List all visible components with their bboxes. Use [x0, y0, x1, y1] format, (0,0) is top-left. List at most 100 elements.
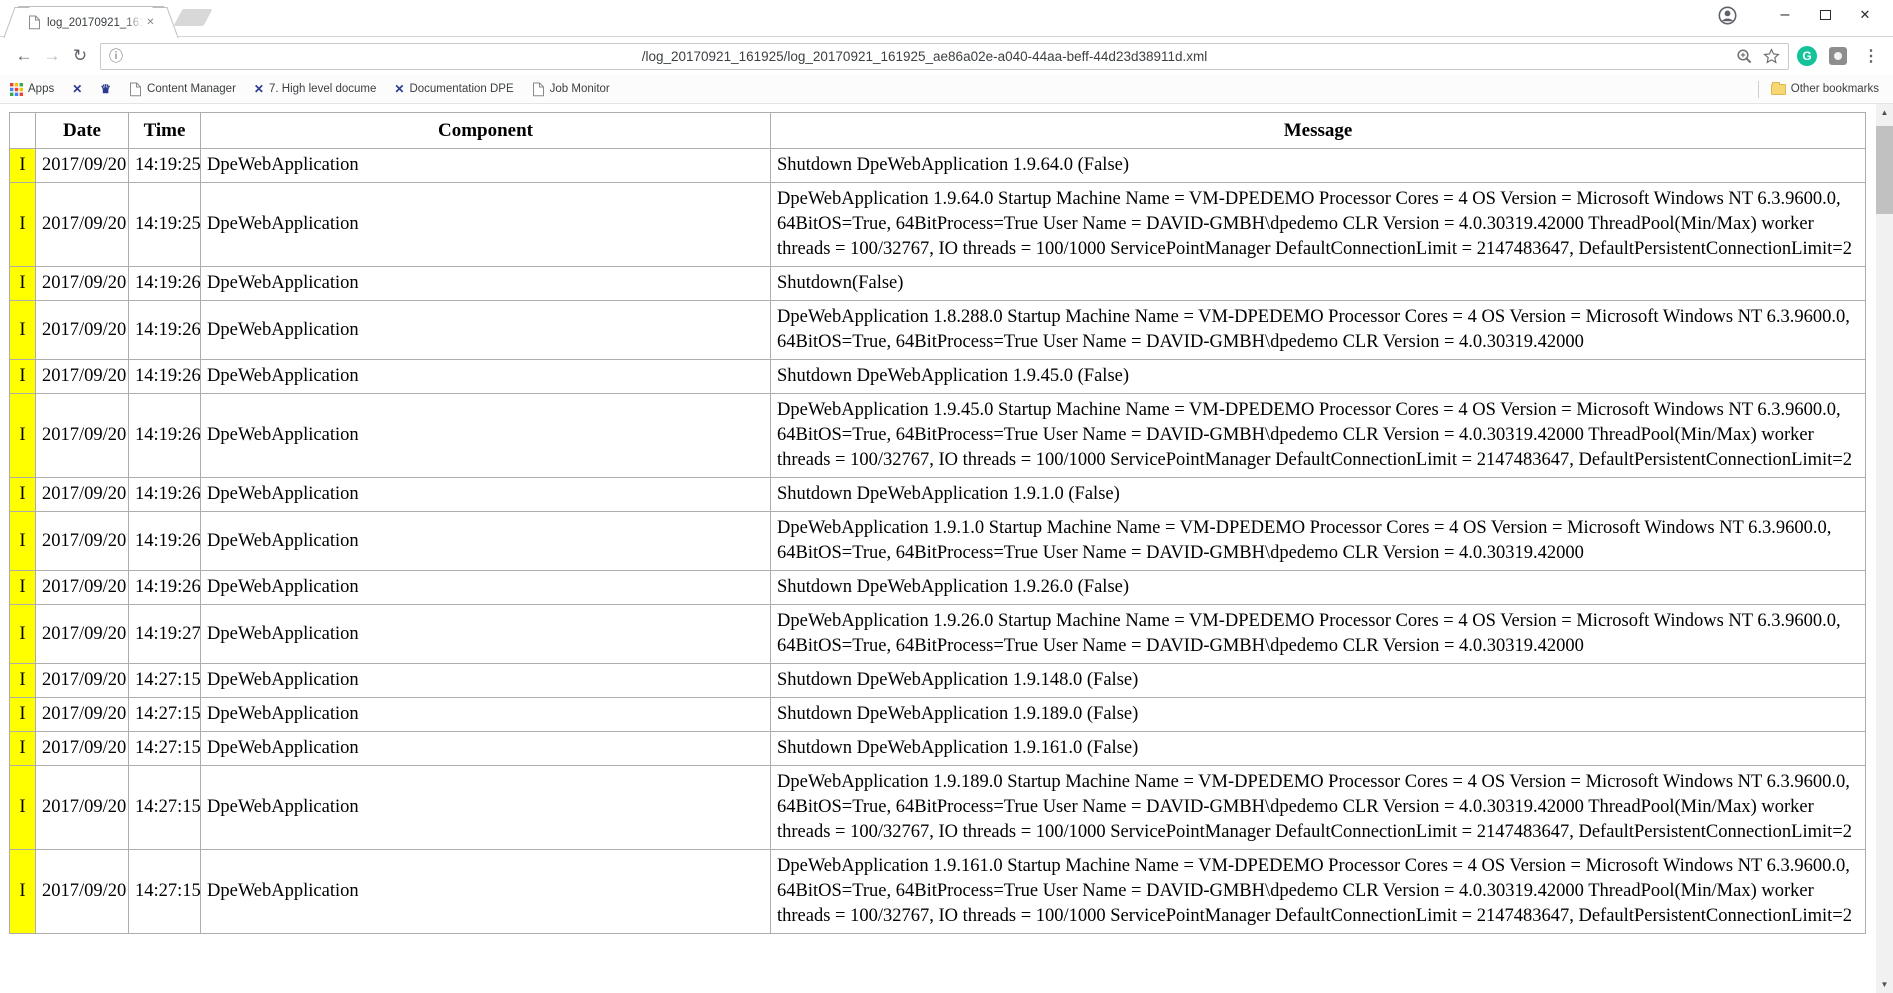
tab-strip: log_20170921_161925_a ✕ – ✕ [0, 0, 1893, 37]
date-cell: 2017/09/20 [36, 850, 129, 934]
message-cell: DpeWebApplication 1.9.189.0 Startup Mach… [771, 766, 1866, 850]
time-cell: 14:27:15 [129, 698, 201, 732]
other-bookmarks-button[interactable]: Other bookmarks [1771, 83, 1879, 95]
date-cell: 2017/09/20 [36, 267, 129, 301]
x-favicon-icon: ✕ [254, 82, 264, 96]
maximize-button[interactable] [1805, 1, 1845, 29]
date-cell: 2017/09/20 [36, 664, 129, 698]
component-cell: DpeWebApplication [201, 605, 771, 664]
scroll-down-icon[interactable]: ▼ [1876, 976, 1893, 993]
browser-tab[interactable]: log_20170921_161925_a ✕ [18, 6, 164, 38]
vertical-scrollbar[interactable]: ▲ ▼ [1876, 104, 1893, 993]
time-cell: 14:19:26 [129, 301, 201, 360]
scrollbar-thumb[interactable] [1876, 126, 1893, 214]
message-cell: DpeWebApplication 1.9.64.0 Startup Machi… [771, 183, 1866, 267]
marker-cell: I [10, 664, 36, 698]
component-cell: DpeWebApplication [201, 301, 771, 360]
bookmark-item[interactable]: Content Manager [129, 82, 236, 97]
tab-close-icon[interactable]: ✕ [143, 17, 158, 28]
marker-cell: I [10, 732, 36, 766]
date-cell: 2017/09/20 [36, 394, 129, 478]
zoom-icon[interactable] [1736, 48, 1753, 65]
time-cell: 14:19:26 [129, 360, 201, 394]
date-cell: 2017/09/20 [36, 766, 129, 850]
time-cell: 14:19:26 [129, 571, 201, 605]
message-cell: DpeWebApplication 1.9.26.0 Startup Machi… [771, 605, 1866, 664]
bookmarks-bar: Apps ✕ ♛ Content Manager ✕7. High level doc… [0, 75, 1893, 104]
extension-icon[interactable] [1829, 47, 1847, 65]
bookmark-item[interactable]: ✕ [72, 82, 82, 96]
message-cell: DpeWebApplication 1.9.161.0 Startup Mach… [771, 850, 1866, 934]
tab-title: log_20170921_161925_a [47, 17, 143, 29]
page-favicon-icon [28, 15, 41, 30]
back-button[interactable]: ← [10, 42, 38, 70]
date-cell: 2017/09/20 [36, 698, 129, 732]
time-cell: 14:19:26 [129, 478, 201, 512]
extensions-area: G ⋮ [1797, 46, 1883, 66]
marker-cell: I [10, 571, 36, 605]
close-button[interactable]: ✕ [1845, 1, 1885, 29]
bookmark-item[interactable]: ✕Documentation DPE [394, 82, 513, 96]
marker-cell: I [10, 360, 36, 394]
date-cell: 2017/09/20 [36, 605, 129, 664]
message-cell: DpeWebApplication 1.9.45.0 Startup Machi… [771, 394, 1866, 478]
x-favicon-icon: ✕ [72, 82, 82, 96]
browser-toolbar: ← → ↻ ⓘ /log_20170921_161925/log_2017092… [0, 37, 1893, 75]
component-cell: DpeWebApplication [201, 571, 771, 605]
page-info-icon[interactable]: ⓘ [109, 46, 123, 66]
time-cell: 14:19:25 [129, 183, 201, 267]
marker-cell: I [10, 183, 36, 267]
new-tab-button[interactable] [173, 9, 212, 26]
message-cell: Shutdown DpeWebApplication 1.9.26.0 (Fal… [771, 571, 1866, 605]
time-cell: 14:27:15 [129, 664, 201, 698]
folder-icon [1771, 84, 1786, 95]
log-row: I2017/09/2014:27:15DpeWebApplicationDpeW… [10, 766, 1866, 850]
reload-button[interactable]: ↻ [66, 42, 94, 70]
bookmark-item[interactable]: ✕7. High level docume [254, 82, 376, 96]
message-cell: Shutdown DpeWebApplication 1.9.64.0 (Fal… [771, 149, 1866, 183]
time-cell: 14:19:26 [129, 267, 201, 301]
marker-column-header [10, 113, 36, 149]
component-cell: DpeWebApplication [201, 183, 771, 267]
minimize-icon: – [1781, 11, 1790, 19]
url-text: /log_20170921_161925/log_20170921_161925… [123, 49, 1726, 64]
log-row: I2017/09/2014:19:26DpeWebApplicationDpeW… [10, 301, 1866, 360]
profile-icon[interactable] [1707, 1, 1747, 29]
log-row: I2017/09/2014:19:26DpeWebApplicationShut… [10, 478, 1866, 512]
marker-cell: I [10, 605, 36, 664]
log-table: Date Time Component Message I2017/09/201… [9, 112, 1866, 934]
bookmark-star-icon[interactable] [1763, 48, 1780, 65]
component-cell: DpeWebApplication [201, 394, 771, 478]
date-cell: 2017/09/20 [36, 732, 129, 766]
minimize-button[interactable]: – [1765, 1, 1805, 29]
component-cell: DpeWebApplication [201, 732, 771, 766]
window-controls: – ✕ [1707, 0, 1885, 30]
time-cell: 14:19:26 [129, 512, 201, 571]
bookmarks-separator [1758, 81, 1759, 98]
log-row: I2017/09/2014:27:15DpeWebApplicationShut… [10, 698, 1866, 732]
marker-cell: I [10, 267, 36, 301]
apps-shortcut[interactable]: Apps [10, 83, 54, 96]
apps-label: Apps [28, 83, 54, 95]
time-cell: 14:19:26 [129, 394, 201, 478]
bookmark-label: Documentation DPE [409, 83, 513, 95]
bookmark-item[interactable]: ♛ [100, 82, 111, 96]
marker-cell: I [10, 478, 36, 512]
log-row: I2017/09/2014:19:25DpeWebApplicationShut… [10, 149, 1866, 183]
date-column-header: Date [36, 113, 129, 149]
log-row: I2017/09/2014:19:26DpeWebApplicationDpeW… [10, 394, 1866, 478]
bookmark-item[interactable]: Job Monitor [532, 82, 610, 97]
component-cell: DpeWebApplication [201, 360, 771, 394]
log-row: I2017/09/2014:19:26DpeWebApplicationShut… [10, 571, 1866, 605]
date-cell: 2017/09/20 [36, 360, 129, 394]
address-bar[interactable]: ⓘ /log_20170921_161925/log_20170921_1619… [100, 43, 1789, 70]
scroll-up-icon[interactable]: ▲ [1876, 104, 1893, 121]
grammarly-extension-icon[interactable]: G [1797, 46, 1817, 66]
browser-menu-icon[interactable]: ⋮ [1859, 46, 1883, 66]
forward-button[interactable]: → [38, 42, 66, 70]
component-cell: DpeWebApplication [201, 149, 771, 183]
date-cell: 2017/09/20 [36, 571, 129, 605]
component-cell: DpeWebApplication [201, 478, 771, 512]
message-cell: Shutdown DpeWebApplication 1.9.45.0 (Fal… [771, 360, 1866, 394]
component-cell: DpeWebApplication [201, 512, 771, 571]
